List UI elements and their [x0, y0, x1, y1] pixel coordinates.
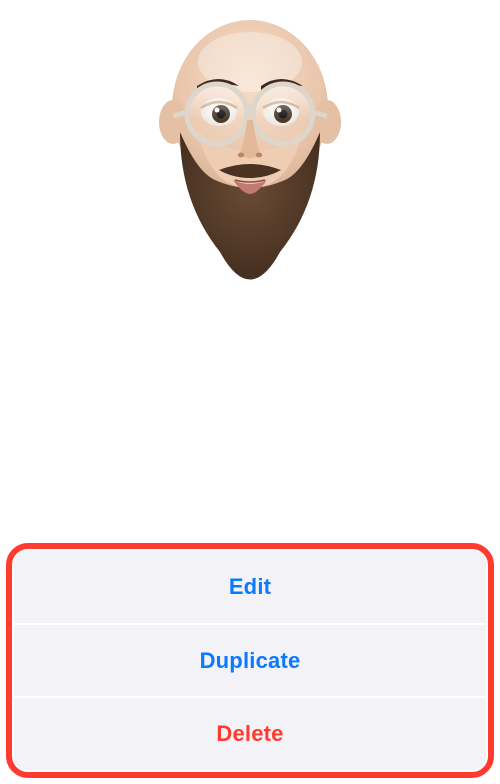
memoji-avatar-icon: [135, 12, 365, 302]
edit-button[interactable]: Edit: [14, 551, 486, 623]
action-sheet-item-label: Edit: [229, 574, 271, 600]
action-sheet-item-label: Duplicate: [200, 648, 301, 674]
screen: Edit Duplicate Delete: [0, 0, 500, 784]
action-sheet-item-label: Delete: [216, 721, 283, 747]
action-sheet: Edit Duplicate Delete: [14, 551, 486, 770]
avatar-preview-area: [0, 0, 500, 330]
duplicate-button[interactable]: Duplicate: [14, 625, 486, 697]
delete-button[interactable]: Delete: [14, 698, 486, 770]
